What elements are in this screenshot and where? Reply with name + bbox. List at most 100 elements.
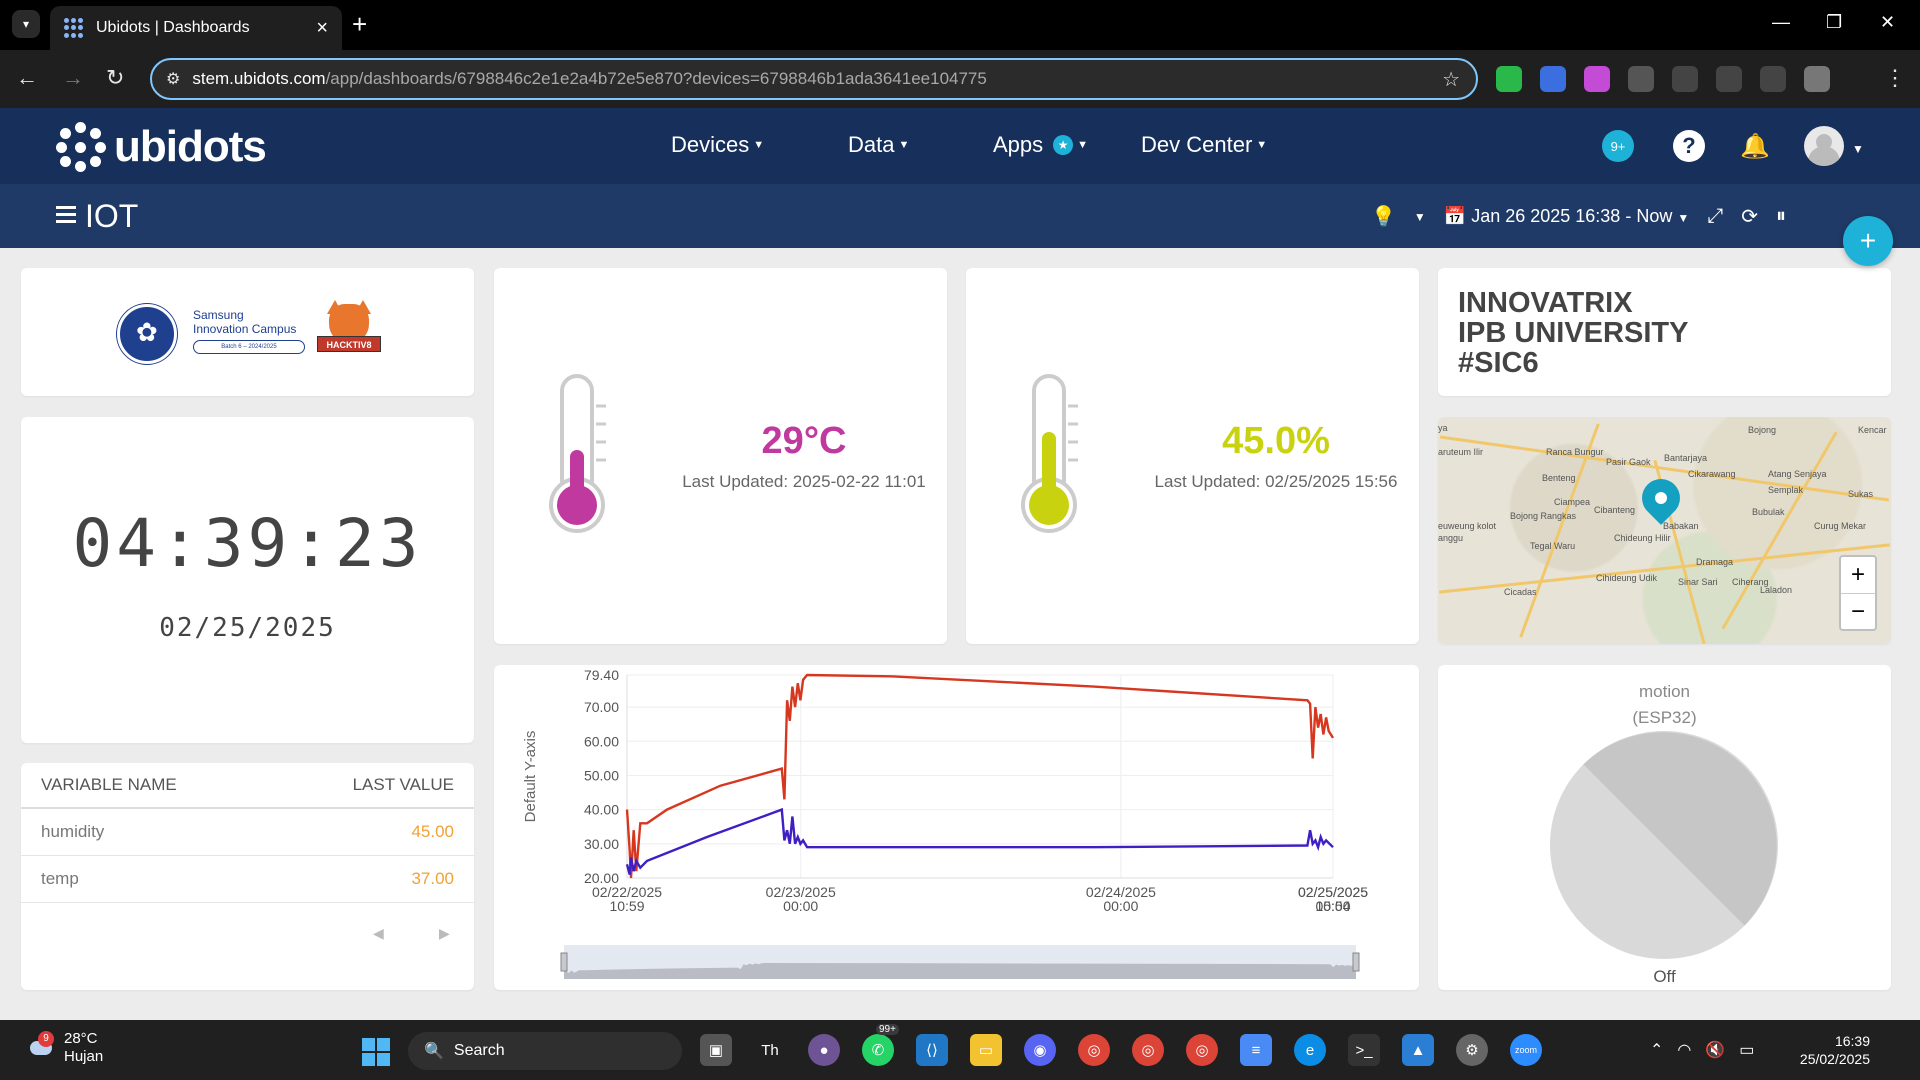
notifications-count-badge[interactable]: 9+ [1602,130,1634,162]
wifi-icon[interactable]: ◠ [1677,1040,1691,1060]
extensions-icon[interactable] [1672,66,1698,92]
whatsapp-icon[interactable]: 99+ ✆ [862,1024,899,1066]
forward-arrow-icon[interactable]: → [62,66,84,90]
variable-name: humidity [41,822,105,841]
taskbar-search[interactable]: 🔍 Search [408,1032,682,1070]
title-text: INNOVATRIX IPB UNIVERSITY #SIC6 [1458,288,1688,378]
new-tab-button[interactable]: + [352,10,367,38]
text-app-icon[interactable]: Th [754,1034,786,1066]
refresh-icon[interactable]: ⟳ [1741,204,1758,229]
fullscreen-icon[interactable]: ⤢ [1707,205,1723,228]
minimize-window-button[interactable]: — [1772,12,1790,33]
pie-title: motion (ESP32) [1438,679,1891,731]
map-place-label: ya [1438,423,1448,433]
caret-down-icon[interactable]: ▼ [1414,210,1426,224]
tab-list-button[interactable]: ▾ [12,10,40,38]
add-widget-button[interactable]: + [1843,216,1893,266]
url-host: stem.ubidots.com [192,69,326,88]
thermometer-icon [1021,374,1078,533]
humidity-widget: 45.0% Last Updated: 02/25/2025 15:56 [966,268,1419,644]
tab-title: Ubidots | Dashboards [96,19,250,36]
samsung-line1: Samsung [193,308,244,322]
address-bar[interactable]: ⚙ stem.ubidots.com/app/dashboards/679884… [150,58,1478,100]
system-clock[interactable]: 16:39 25/02/2025 [1780,1032,1870,1068]
x-tick-label-time: 00:00 [783,898,818,914]
camera-icon[interactable] [1628,66,1654,92]
chevron-up-icon[interactable]: ⌃ [1650,1040,1663,1060]
download-icon[interactable] [1760,66,1786,92]
zoom-in-button[interactable]: + [1841,557,1875,593]
calendar-icon: 📅 [1443,206,1467,226]
y-tick-label: 40.00 [584,802,619,818]
chrome-profile-icon[interactable]: ◎ [1132,1034,1164,1066]
column-header-name[interactable]: VARIABLE NAME [41,775,177,795]
line-chart[interactable]: 79.4070.0060.0050.0040.0030.0020.0002/22… [494,665,1419,990]
green-puzzle-icon[interactable] [1496,66,1522,92]
task-view-icon[interactable]: ▣ [700,1034,732,1066]
ubidots-logo[interactable]: ubidots [56,122,267,172]
nav-apps[interactable]: Apps ★ ▼ [993,132,1088,158]
volume-muted-icon[interactable]: 🔇 [1705,1040,1725,1060]
file-explorer-icon[interactable]: ▭ [970,1034,1002,1066]
nav-devices[interactable]: Devices ▼ [671,132,764,158]
range-handle-left[interactable] [560,952,568,972]
discord-icon[interactable]: ◉ [1024,1034,1056,1066]
series-line-2[interactable] [625,807,1334,875]
zoom-out-button[interactable]: − [1841,593,1875,629]
terminal-icon[interactable]: >_ [1348,1034,1380,1066]
nav-data-label: Data [848,132,895,157]
browser-tab-active[interactable]: Ubidots | Dashboards × [50,6,342,50]
table-row[interactable]: temp 37.00 [21,856,474,903]
motion-pie-chart[interactable] [1544,725,1784,965]
ubidots-dots-icon [56,122,106,172]
shield-icon[interactable] [1540,66,1566,92]
github-icon[interactable]: ● [808,1034,840,1066]
lightbulb-icon[interactable]: 💡 [1371,204,1396,229]
brain-icon[interactable] [1584,66,1610,92]
browser-menu-icon[interactable]: ⋮ [1884,66,1906,90]
battery-icon[interactable]: ▭ [1739,1040,1754,1060]
back-arrow-icon[interactable]: ← [16,66,38,90]
next-page-icon[interactable]: ▶ [439,925,450,942]
restore-window-button[interactable]: ❐ [1826,12,1842,33]
search-label: Search [453,1042,505,1059]
menu-icon[interactable] [56,206,76,227]
photos-icon[interactable]: ▲ [1402,1034,1434,1066]
caret-down-icon[interactable]: ▼ [1852,142,1864,156]
map-place-label: Bantarjaya [1664,453,1708,463]
chrome-icon[interactable]: ◎ [1078,1034,1110,1066]
previous-page-icon[interactable]: ◀ [373,925,384,942]
bookmark-star-icon[interactable]: ☆ [1442,67,1460,92]
site-settings-icon[interactable]: ⚙ [166,69,180,89]
date-range-picker[interactable]: 📅 Jan 26 2025 16:38 - Now ▼ [1444,206,1689,227]
close-tab-icon[interactable]: × [316,17,328,40]
map-place-label: euweung kolot [1438,521,1497,531]
edge-icon[interactable]: e [1294,1034,1326,1066]
help-icon[interactable]: ? [1673,130,1705,162]
weather-widget[interactable]: 9 28°C Hujan [24,1030,103,1066]
table-row[interactable]: humidity 45.00 [21,809,474,856]
range-handle-right[interactable] [1352,952,1360,972]
zoom-icon[interactable]: zoom [1510,1034,1542,1066]
windows-start-icon[interactable] [362,1038,390,1066]
pause-icon[interactable]: ⏸ [1776,205,1786,228]
map-place-label: Bojong Rangkas [1510,511,1577,521]
chrome-profile-m-icon[interactable]: ◎ [1186,1034,1218,1066]
column-header-value[interactable]: LAST VALUE [353,775,454,795]
caret-down-icon: ▼ [1256,139,1268,151]
media-icon[interactable] [1716,66,1742,92]
variables-table: VARIABLE NAME LAST VALUE humidity 45.00 … [21,763,474,903]
settings-icon[interactable]: ⚙ [1456,1034,1488,1066]
map-place-label: Kencar [1858,425,1887,435]
bell-icon[interactable]: 🔔 [1740,132,1770,161]
nav-dev-center[interactable]: Dev Center ▼ [1141,132,1267,158]
close-window-button[interactable]: ✕ [1880,12,1895,33]
profile-icon[interactable] [1804,66,1830,92]
reload-icon[interactable]: ↻ [106,66,124,90]
map-place-label: Sinar Sari [1678,577,1718,587]
notepad-icon[interactable]: ≡ [1240,1034,1272,1066]
avatar[interactable] [1804,126,1844,166]
map-widget[interactable]: Bojong Kencar Ranca Bungur Pasir Gaok Bantar… [1438,417,1891,644]
nav-data[interactable]: Data ▼ [848,132,909,158]
vscode-icon[interactable]: ⟨⟩ [916,1034,948,1066]
